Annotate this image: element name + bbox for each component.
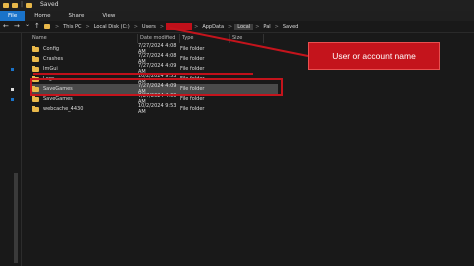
folder-icon[interactable] xyxy=(12,2,18,8)
file-name: webcache_4430 xyxy=(43,106,84,112)
breadcrumb-separator: > xyxy=(255,23,260,30)
folder-icon xyxy=(32,95,39,102)
folder-icon[interactable] xyxy=(26,2,33,8)
quick-access-toolbar: | xyxy=(3,1,33,8)
breadcrumb-separator: > xyxy=(133,23,138,30)
address-bar: ← → ⌄ ↑ > This PC > Local Disk (C:) > Us… xyxy=(0,21,474,33)
tab-file[interactable]: File xyxy=(0,11,26,21)
file-date: 10/2/2024 9:53 AM xyxy=(138,103,177,115)
breadcrumb-separator: > xyxy=(159,23,165,30)
column-header-name[interactable]: Name xyxy=(30,34,138,43)
file-name: ImGui xyxy=(43,66,58,72)
pin-icon[interactable] xyxy=(11,68,14,71)
titlebar-separator: | xyxy=(21,1,24,8)
breadcrumb-local-disk[interactable]: Local Disk (C:) xyxy=(92,24,132,30)
highlight-box xyxy=(30,78,283,96)
back-arrow-icon[interactable]: ← xyxy=(3,22,9,30)
network-icon[interactable] xyxy=(11,98,14,101)
recent-locations-icon[interactable]: ⌄ xyxy=(25,21,30,28)
file-type: File folder xyxy=(180,66,205,72)
file-type: File folder xyxy=(180,106,205,112)
breadcrumb-separator: > xyxy=(55,23,60,30)
folder-icon xyxy=(32,55,39,62)
callout-label-box: User or account name xyxy=(308,42,440,70)
column-header-date[interactable]: Date modified xyxy=(138,34,180,43)
column-header-type[interactable]: Type xyxy=(180,34,230,43)
column-header-size[interactable]: Size xyxy=(230,34,264,43)
folder-icon xyxy=(32,105,39,112)
drive-icon[interactable] xyxy=(11,88,14,91)
breadcrumb-this-pc[interactable]: This PC xyxy=(61,24,83,30)
tab-view[interactable]: View xyxy=(93,11,124,21)
breadcrumb-users[interactable]: Users xyxy=(140,24,158,30)
breadcrumb-separator: > xyxy=(85,23,90,30)
breadcrumb-separator: > xyxy=(194,23,199,30)
file-type: File folder xyxy=(180,46,205,52)
column-headers: Name Date modified Type Size xyxy=(30,34,264,43)
tab-share[interactable]: Share xyxy=(59,11,93,21)
list-item[interactable]: webcache_4430 10/2/2024 9:53 AM File fol… xyxy=(30,103,278,115)
file-type: File folder xyxy=(180,96,205,102)
title-bar: | Saved xyxy=(0,0,474,11)
sidebar-scrollbar[interactable] xyxy=(14,173,18,263)
ribbon-tabs: File Home Share View xyxy=(0,11,474,21)
file-type: File folder xyxy=(180,56,205,62)
up-arrow-icon[interactable]: ↑ xyxy=(34,22,40,30)
redaction-mark xyxy=(33,73,253,75)
redacted-username xyxy=(166,23,193,30)
breadcrumb-pal[interactable]: Pal xyxy=(261,24,272,30)
breadcrumb: > This PC > Local Disk (C:) > Users > > … xyxy=(44,23,300,30)
folder-icon xyxy=(32,45,39,52)
breadcrumb-local[interactable]: Local xyxy=(234,23,254,30)
file-name: Crashes xyxy=(43,56,64,62)
breadcrumb-separator: > xyxy=(274,23,279,30)
breadcrumb-separator: > xyxy=(228,23,233,30)
breadcrumb-saved[interactable]: Saved xyxy=(281,24,300,30)
file-name: Config xyxy=(43,46,60,52)
folder-icon xyxy=(32,65,39,72)
callout-label: User or account name xyxy=(332,51,416,61)
window-title: Saved xyxy=(40,1,59,8)
navigation-pane xyxy=(0,33,22,266)
file-name: SaveGames xyxy=(43,96,73,102)
folder-icon[interactable] xyxy=(3,2,9,8)
tab-home[interactable]: Home xyxy=(25,11,59,21)
breadcrumb-appdata[interactable]: AppData xyxy=(200,24,226,30)
forward-arrow-icon[interactable]: → xyxy=(14,22,20,30)
folder-icon xyxy=(44,24,50,29)
